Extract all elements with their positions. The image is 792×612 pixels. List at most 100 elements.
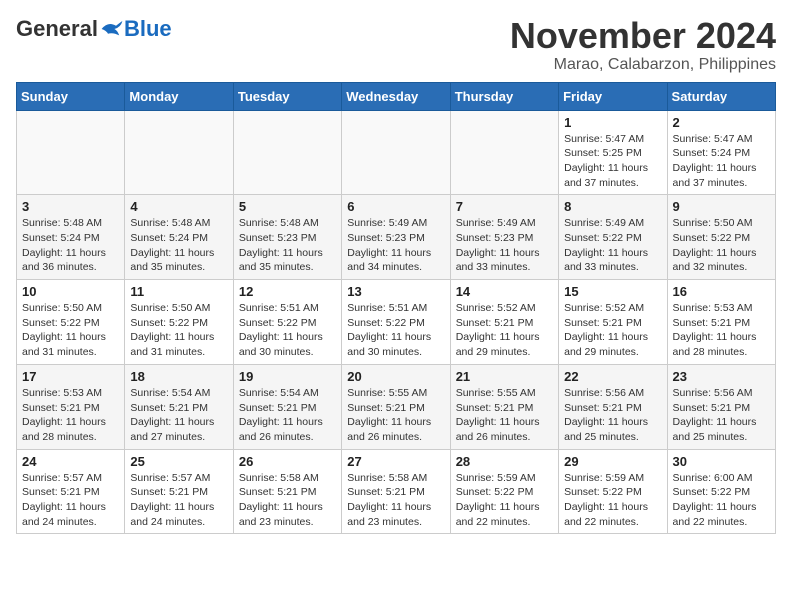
calendar-cell: 9 Sunrise: 5:50 AMSunset: 5:22 PMDaylight… (667, 195, 775, 280)
logo-bird-icon (100, 19, 124, 39)
day-number: 9 (673, 199, 770, 214)
calendar-cell: 20Sunrise: 5:55 AMSunset: 5:21 PMDayligh… (342, 364, 450, 449)
calendar-cell: 5 Sunrise: 5:48 AMSunset: 5:23 PMDaylight… (233, 195, 341, 280)
calendar-cell (233, 110, 341, 195)
day-info: Sunrise: 5:55 AMSunset: 5:21 PMDaylight:… (456, 386, 553, 445)
calendar-cell: 28 Sunrise: 5:59 AMSunset: 5:22 PMDayligh… (450, 449, 558, 534)
calendar-cell: 25Sunrise: 5:57 AMSunset: 5:21 PMDayligh… (125, 449, 233, 534)
calendar-cell: 23 Sunrise: 5:56 AMSunset: 5:21 PMDayligh… (667, 364, 775, 449)
day-number: 6 (347, 199, 444, 214)
calendar-cell: 18 Sunrise: 5:54 AMSunset: 5:21 PMDayligh… (125, 364, 233, 449)
calendar-cell: 6 Sunrise: 5:49 AMSunset: 5:23 PMDaylight… (342, 195, 450, 280)
calendar-cell: 17 Sunrise: 5:53 AMSunset: 5:21 PMDayligh… (17, 364, 125, 449)
day-number: 8 (564, 199, 661, 214)
calendar-cell (450, 110, 558, 195)
day-number: 14 (456, 284, 553, 299)
calendar-cell: 4 Sunrise: 5:48 AMSunset: 5:24 PMDaylight… (125, 195, 233, 280)
calendar-table: SundayMondayTuesdayWednesdayThursdayFrid… (16, 82, 776, 535)
day-number: 22 (564, 369, 661, 384)
day-info: Sunrise: 5:50 AMSunset: 5:22 PMDaylight:… (673, 216, 770, 275)
day-info: Sunrise: 5:52 AMSunset: 5:21 PMDaylight:… (456, 301, 553, 360)
day-info: Sunrise: 5:49 AMSunset: 5:23 PMDaylight:… (456, 216, 553, 275)
calendar-cell: 19Sunrise: 5:54 AMSunset: 5:21 PMDayligh… (233, 364, 341, 449)
day-info: Sunrise: 5:51 AMSunset: 5:22 PMDaylight:… (239, 301, 336, 360)
calendar-cell: 22 Sunrise: 5:56 AMSunset: 5:21 PMDayligh… (559, 364, 667, 449)
page-header: General Blue November 2024 Marao, Calaba… (16, 16, 776, 74)
day-info: Sunrise: 5:50 AMSunset: 5:22 PMDaylight:… (22, 301, 119, 360)
day-info: Sunrise: 5:51 AMSunset: 5:22 PMDaylight:… (347, 301, 444, 360)
calendar-cell: 1 Sunrise: 5:47 AMSunset: 5:25 PMDaylight… (559, 110, 667, 195)
day-number: 20 (347, 369, 444, 384)
day-info: Sunrise: 5:49 AMSunset: 5:22 PMDaylight:… (564, 216, 661, 275)
logo-general-text: General (16, 16, 98, 42)
page-subtitle: Marao, Calabarzon, Philippines (510, 56, 776, 74)
calendar-week-row: 24 Sunrise: 5:57 AMSunset: 5:21 PMDayligh… (17, 449, 776, 534)
day-info: Sunrise: 5:48 AMSunset: 5:23 PMDaylight:… (239, 216, 336, 275)
day-number: 26 (239, 454, 336, 469)
calendar-cell: 27 Sunrise: 5:58 AMSunset: 5:21 PMDayligh… (342, 449, 450, 534)
day-info: Sunrise: 5:47 AMSunset: 5:24 PMDaylight:… (673, 132, 770, 191)
calendar-header-cell: Wednesday (342, 82, 450, 110)
day-number: 19 (239, 369, 336, 384)
calendar-cell (17, 110, 125, 195)
day-number: 17 (22, 369, 119, 384)
day-info: Sunrise: 5:48 AMSunset: 5:24 PMDaylight:… (22, 216, 119, 275)
day-number: 12 (239, 284, 336, 299)
day-info: Sunrise: 5:56 AMSunset: 5:21 PMDaylight:… (673, 386, 770, 445)
day-number: 4 (130, 199, 227, 214)
day-info: Sunrise: 5:57 AMSunset: 5:21 PMDaylight:… (130, 471, 227, 530)
day-info: Sunrise: 5:47 AMSunset: 5:25 PMDaylight:… (564, 132, 661, 191)
calendar-cell: 14 Sunrise: 5:52 AMSunset: 5:21 PMDayligh… (450, 280, 558, 365)
day-number: 18 (130, 369, 227, 384)
day-info: Sunrise: 5:58 AMSunset: 5:21 PMDaylight:… (347, 471, 444, 530)
day-number: 21 (456, 369, 553, 384)
day-info: Sunrise: 5:56 AMSunset: 5:21 PMDaylight:… (564, 386, 661, 445)
day-number: 11 (130, 284, 227, 299)
calendar-cell: 12 Sunrise: 5:51 AMSunset: 5:22 PMDayligh… (233, 280, 341, 365)
calendar-week-row: 1 Sunrise: 5:47 AMSunset: 5:25 PMDaylight… (17, 110, 776, 195)
day-number: 27 (347, 454, 444, 469)
logo-blue-text: Blue (124, 16, 172, 42)
day-number: 23 (673, 369, 770, 384)
day-info: Sunrise: 5:52 AMSunset: 5:21 PMDaylight:… (564, 301, 661, 360)
day-info: Sunrise: 6:00 AMSunset: 5:22 PMDaylight:… (673, 471, 770, 530)
calendar-header-cell: Saturday (667, 82, 775, 110)
day-info: Sunrise: 5:57 AMSunset: 5:21 PMDaylight:… (22, 471, 119, 530)
calendar-cell: 8 Sunrise: 5:49 AMSunset: 5:22 PMDaylight… (559, 195, 667, 280)
calendar-week-row: 10Sunrise: 5:50 AMSunset: 5:22 PMDayligh… (17, 280, 776, 365)
day-info: Sunrise: 5:53 AMSunset: 5:21 PMDaylight:… (22, 386, 119, 445)
day-info: Sunrise: 5:54 AMSunset: 5:21 PMDaylight:… (130, 386, 227, 445)
day-number: 16 (673, 284, 770, 299)
calendar-cell: 3Sunrise: 5:48 AMSunset: 5:24 PMDaylight… (17, 195, 125, 280)
day-number: 15 (564, 284, 661, 299)
calendar-cell: 11 Sunrise: 5:50 AMSunset: 5:22 PMDayligh… (125, 280, 233, 365)
day-number: 5 (239, 199, 336, 214)
day-number: 29 (564, 454, 661, 469)
calendar-cell (342, 110, 450, 195)
calendar-cell: 26 Sunrise: 5:58 AMSunset: 5:21 PMDayligh… (233, 449, 341, 534)
day-number: 1 (564, 115, 661, 130)
calendar-cell: 30 Sunrise: 6:00 AMSunset: 5:22 PMDayligh… (667, 449, 775, 534)
day-number: 28 (456, 454, 553, 469)
day-info: Sunrise: 5:50 AMSunset: 5:22 PMDaylight:… (130, 301, 227, 360)
day-number: 2 (673, 115, 770, 130)
page-title: November 2024 (510, 16, 776, 56)
calendar-cell: 24 Sunrise: 5:57 AMSunset: 5:21 PMDayligh… (17, 449, 125, 534)
calendar-cell: 10Sunrise: 5:50 AMSunset: 5:22 PMDayligh… (17, 280, 125, 365)
calendar-header-cell: Sunday (17, 82, 125, 110)
calendar-body: 1 Sunrise: 5:47 AMSunset: 5:25 PMDaylight… (17, 110, 776, 534)
calendar-header-cell: Tuesday (233, 82, 341, 110)
day-info: Sunrise: 5:48 AMSunset: 5:24 PMDaylight:… (130, 216, 227, 275)
day-info: Sunrise: 5:53 AMSunset: 5:21 PMDaylight:… (673, 301, 770, 360)
day-info: Sunrise: 5:49 AMSunset: 5:23 PMDaylight:… (347, 216, 444, 275)
day-info: Sunrise: 5:58 AMSunset: 5:21 PMDaylight:… (239, 471, 336, 530)
day-number: 13 (347, 284, 444, 299)
day-number: 24 (22, 454, 119, 469)
day-info: Sunrise: 5:59 AMSunset: 5:22 PMDaylight:… (456, 471, 553, 530)
calendar-week-row: 3Sunrise: 5:48 AMSunset: 5:24 PMDaylight… (17, 195, 776, 280)
day-number: 30 (673, 454, 770, 469)
calendar-header-cell: Friday (559, 82, 667, 110)
calendar-cell: 13 Sunrise: 5:51 AMSunset: 5:22 PMDayligh… (342, 280, 450, 365)
calendar-cell: 21 Sunrise: 5:55 AMSunset: 5:21 PMDayligh… (450, 364, 558, 449)
calendar-cell (125, 110, 233, 195)
